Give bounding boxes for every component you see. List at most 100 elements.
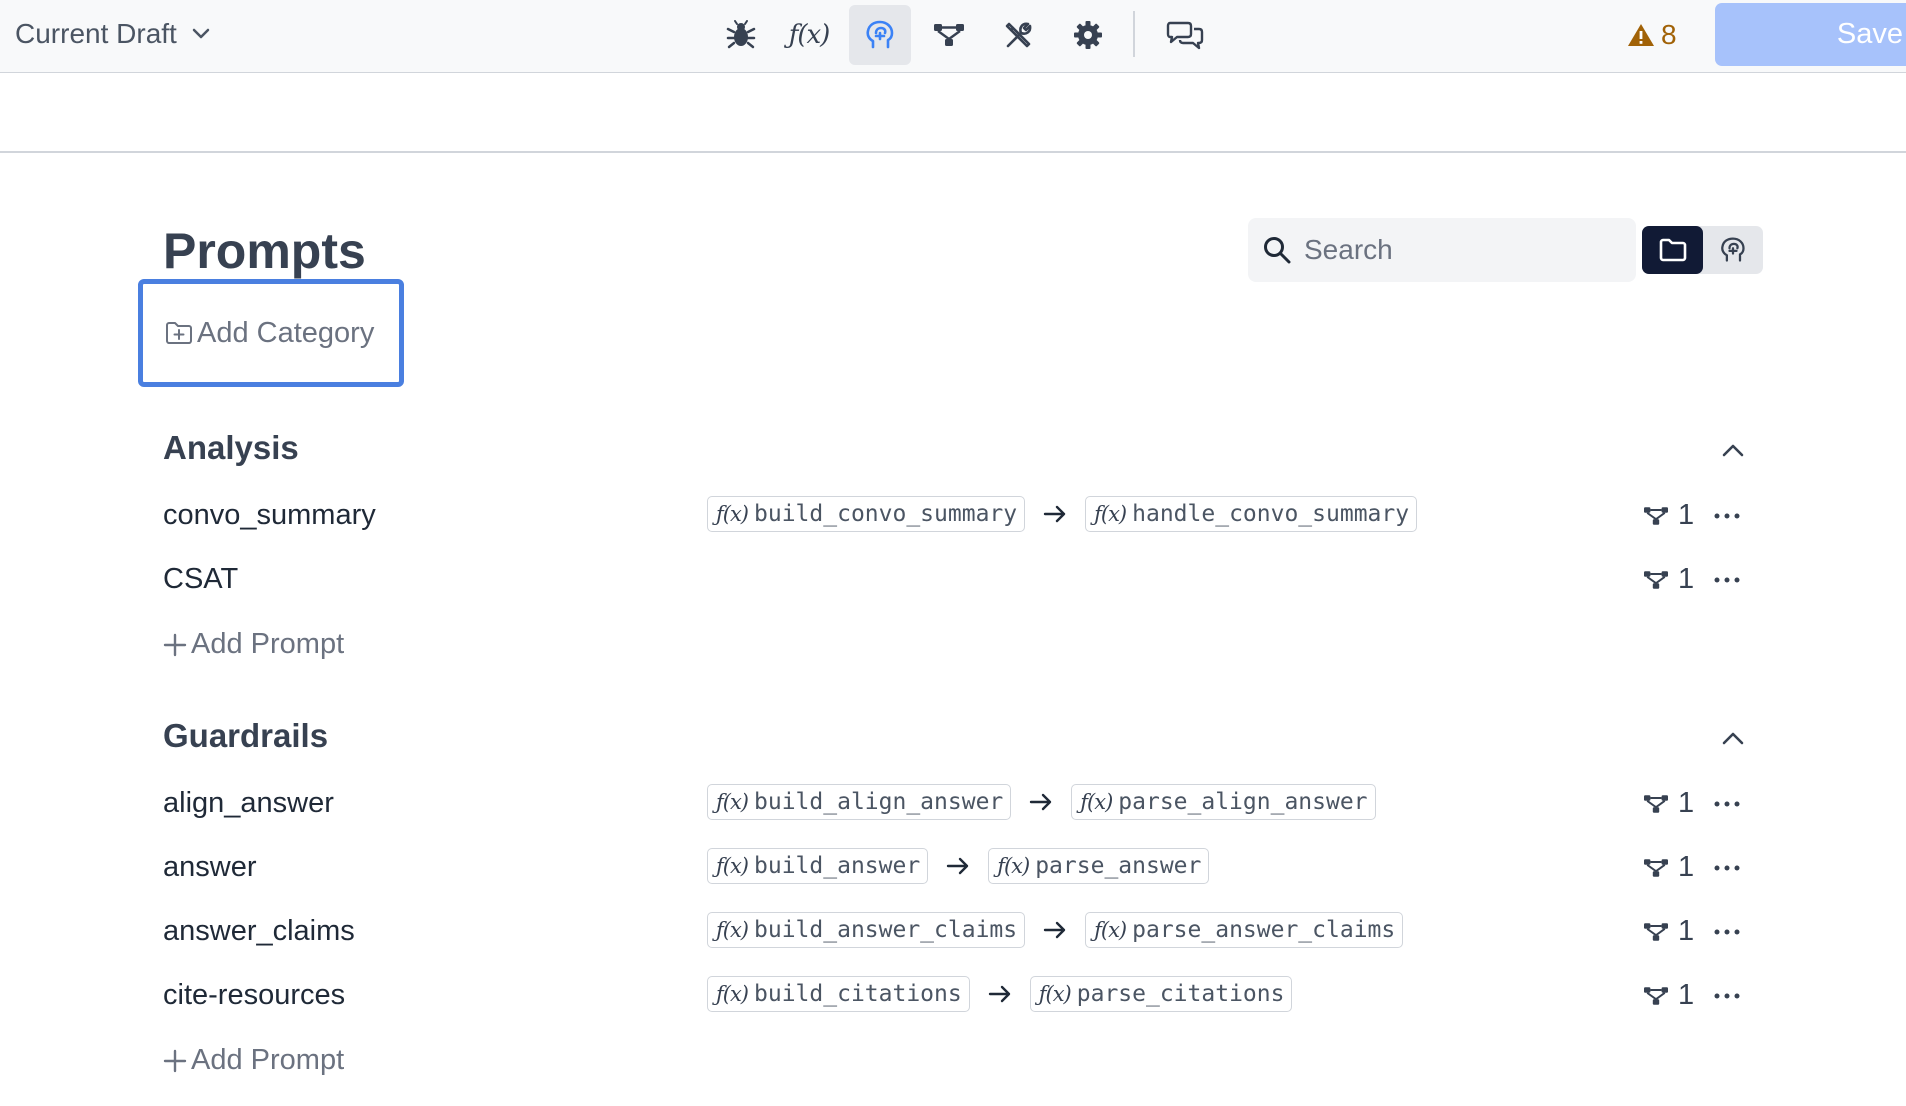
page-title: Prompts [163, 223, 366, 279]
prompt-row[interactable]: convo_summary ƒ(x) build_convo_summary ƒ(… [163, 484, 1760, 548]
save-button[interactable]: Save [1715, 3, 1906, 66]
handler-function-name: parse_answer [1035, 853, 1202, 879]
arrow-right-icon [1011, 793, 1071, 811]
handler-function-name: handle_convo_summary [1132, 501, 1410, 527]
view-toggle [1642, 226, 1763, 274]
handler-function-chip[interactable]: ƒ(x) parse_answer [988, 848, 1210, 884]
flow-icon [1642, 920, 1670, 944]
flow-usage[interactable]: 1 [1642, 851, 1694, 884]
flow-usage[interactable]: 1 [1642, 563, 1694, 596]
flow-icon[interactable] [918, 5, 980, 65]
folder-view-button[interactable] [1642, 226, 1703, 274]
flow-icon [1642, 568, 1670, 592]
prompt-row[interactable]: answer ƒ(x) build_answer ƒ(x) parse_answer… [163, 836, 1760, 900]
flow-usage[interactable]: 1 [1642, 499, 1694, 532]
prompt-row[interactable]: answer_claims ƒ(x) build_answer_claims ƒ(… [163, 900, 1760, 964]
function-icon: ƒ(x) [1094, 918, 1127, 942]
flow-usage[interactable]: 1 [1642, 979, 1694, 1012]
add-prompt-label: Add Prompt [191, 1044, 345, 1076]
category-title: Guardrails [163, 717, 329, 754]
function-icon: ƒ(x) [997, 854, 1030, 878]
prompt-name[interactable]: answer_claims [163, 915, 355, 948]
build-function-name: build_answer_claims [754, 917, 1018, 943]
flow-count: 1 [1678, 787, 1695, 819]
prompt-row[interactable]: CSAT 1 [163, 548, 1760, 612]
prompt-row[interactable]: cite-resources ƒ(x) build_citations ƒ(x) p… [163, 964, 1760, 1028]
arrow-right-icon [1025, 505, 1085, 523]
build-function-chip[interactable]: ƒ(x) build_answer_claims [707, 912, 1026, 948]
flow-count: 1 [1678, 851, 1695, 883]
build-function-chip[interactable]: ƒ(x) build_align_answer [707, 784, 1012, 820]
category-section: Analysis convo_summary ƒ(x) build_convo_s… [163, 425, 1760, 676]
prompt-pipeline: ƒ(x) build_answer ƒ(x) parse_answer [707, 848, 1210, 884]
function-icon: ƒ(x) [716, 790, 749, 814]
flow-icon [1642, 504, 1670, 528]
build-function-name: build_convo_summary [754, 501, 1018, 527]
handler-function-chip[interactable]: ƒ(x) handle_convo_summary [1085, 496, 1418, 532]
gear-icon[interactable] [1057, 5, 1119, 65]
folder-plus-icon [165, 321, 193, 345]
chevron-up-icon[interactable] [1716, 721, 1750, 755]
function-icon: ƒ(x) [716, 918, 749, 942]
add-category-label: Add Category [197, 316, 375, 349]
flow-usage[interactable]: 1 [1642, 787, 1694, 820]
function-icon[interactable]: ƒ(x) [778, 5, 840, 65]
arrow-right-icon [970, 985, 1030, 1003]
prompt-row[interactable]: align_answer ƒ(x) build_align_answer ƒ(x)… [163, 772, 1760, 836]
build-function-chip[interactable]: ƒ(x) build_citations [707, 976, 970, 1012]
category-title: Analysis [163, 429, 299, 466]
warning-count: 8 [1661, 19, 1677, 50]
build-function-chip[interactable]: ƒ(x) build_convo_summary [707, 496, 1026, 532]
add-prompt-button[interactable]: Add Prompt [163, 628, 344, 661]
chevron-up-icon[interactable] [1716, 433, 1750, 467]
add-category-button[interactable]: Add Category [138, 279, 404, 387]
subheader-divider [0, 151, 1906, 153]
more-icon[interactable] [1710, 851, 1744, 885]
prompt-name[interactable]: align_answer [163, 787, 334, 820]
plus-icon [163, 633, 187, 656]
prompt-name[interactable]: answer [163, 851, 257, 884]
handler-function-chip[interactable]: ƒ(x) parse_align_answer [1071, 784, 1376, 820]
more-icon[interactable] [1710, 563, 1744, 597]
handler-function-name: parse_citations [1076, 981, 1285, 1007]
add-prompt-row: Add Prompt [163, 1028, 1760, 1092]
build-function-name: build_citations [754, 981, 962, 1007]
more-icon[interactable] [1710, 787, 1744, 821]
draft-label: Current Draft [15, 18, 177, 49]
arrow-right-icon [928, 857, 988, 875]
handler-function-chip[interactable]: ƒ(x) parse_answer_claims [1085, 912, 1404, 948]
chat-icon[interactable] [1154, 5, 1216, 65]
flow-icon [1642, 984, 1670, 1008]
more-icon[interactable] [1710, 915, 1744, 949]
more-icon[interactable] [1710, 499, 1744, 533]
build-function-chip[interactable]: ƒ(x) build_answer [707, 848, 929, 884]
build-function-name: build_answer [754, 853, 921, 879]
brain-icon[interactable] [849, 5, 911, 65]
flow-icon [1642, 792, 1670, 816]
more-icon[interactable] [1710, 979, 1744, 1013]
flow-usage[interactable]: 1 [1642, 915, 1694, 948]
bug-icon[interactable] [710, 5, 772, 65]
arrow-right-icon [1025, 921, 1085, 939]
brain-view-button[interactable] [1702, 226, 1763, 274]
draft-selector[interactable]: Current Draft [15, 14, 211, 54]
function-icon: ƒ(x) [1094, 502, 1127, 526]
brain-icon [1719, 236, 1747, 264]
handler-function-chip[interactable]: ƒ(x) parse_citations [1029, 976, 1293, 1012]
tools-icon[interactable] [988, 5, 1050, 65]
function-icon: ƒ(x) [1080, 790, 1113, 814]
handler-function-name: parse_align_answer [1118, 789, 1368, 815]
category-header: Analysis [163, 425, 1760, 475]
prompt-name[interactable]: convo_summary [163, 499, 376, 532]
function-icon: ƒ(x) [716, 982, 749, 1006]
prompt-pipeline: ƒ(x) build_align_answer ƒ(x) parse_align_a… [707, 784, 1376, 820]
prompt-name[interactable]: CSAT [163, 563, 238, 596]
add-prompt-button[interactable]: Add Prompt [163, 1044, 344, 1077]
folder-icon [1659, 238, 1687, 262]
warnings-indicator[interactable]: 8 [1627, 16, 1677, 54]
search-input[interactable] [1304, 234, 1624, 266]
flow-count: 1 [1678, 499, 1695, 531]
warning-icon [1627, 22, 1655, 48]
prompt-name[interactable]: cite-resources [163, 979, 345, 1012]
flow-count: 1 [1678, 979, 1695, 1011]
